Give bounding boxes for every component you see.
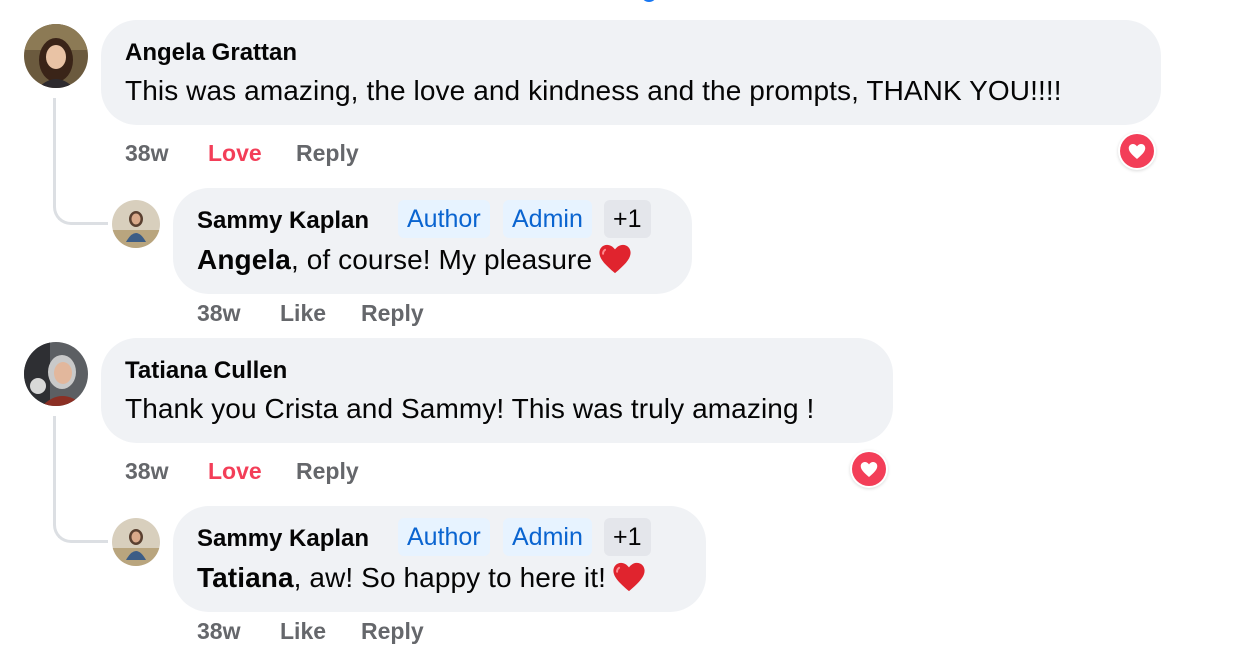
reply-text-body: , aw! So happy to here it! xyxy=(293,562,606,593)
mention-link[interactable]: Tatiana xyxy=(197,562,294,593)
avatar[interactable] xyxy=(112,518,160,566)
reply-text: Tatiana, aw! So happy to here it! xyxy=(197,561,646,594)
reply-timestamp[interactable]: 38w xyxy=(197,618,240,645)
comment-text: This was amazing, the love and kindness … xyxy=(125,75,1062,106)
like-button[interactable]: Like xyxy=(280,300,326,327)
reply-bubble: Sammy Kaplan Author Admin +1 Tatiana, aw… xyxy=(173,506,706,612)
red-heart-icon xyxy=(598,243,632,275)
reply-timestamp[interactable]: 38w xyxy=(197,300,240,327)
love-reaction-icon xyxy=(860,462,878,477)
mention-link[interactable]: Angela xyxy=(197,244,291,275)
thread-line xyxy=(53,98,108,225)
reply-button[interactable]: Reply xyxy=(296,140,359,167)
reaction-count[interactable] xyxy=(850,450,888,488)
love-button[interactable]: Love xyxy=(208,140,262,167)
more-badges-button[interactable]: +1 xyxy=(604,200,651,238)
comment-author-name[interactable]: Angela Grattan xyxy=(125,39,297,67)
reply-button[interactable]: Reply xyxy=(296,458,359,485)
red-heart-icon xyxy=(612,561,646,593)
reply-button[interactable]: Reply xyxy=(361,618,424,645)
love-button[interactable]: Love xyxy=(208,458,262,485)
admin-badge[interactable]: Admin xyxy=(503,200,592,238)
admin-badge[interactable]: Admin xyxy=(503,518,592,556)
reply-text: Angela, of course! My pleasure xyxy=(197,243,632,276)
author-badge[interactable]: Author xyxy=(398,518,490,556)
thread-line xyxy=(53,416,108,543)
reply-text-body: , of course! My pleasure xyxy=(290,244,593,275)
comment-bubble: Tatiana Cullen Thank you Crista and Samm… xyxy=(101,338,893,443)
avatar[interactable] xyxy=(24,342,88,406)
more-badges-button[interactable]: +1 xyxy=(604,518,651,556)
reply-button[interactable]: Reply xyxy=(361,300,424,327)
love-reaction-icon xyxy=(1128,144,1146,159)
author-badge[interactable]: Author xyxy=(398,200,490,238)
comment-bubble: Angela Grattan This was amazing, the lov… xyxy=(101,20,1161,125)
avatar[interactable] xyxy=(24,24,88,88)
reply-author-name[interactable]: Sammy Kaplan xyxy=(197,207,369,235)
reply-author-name[interactable]: Sammy Kaplan xyxy=(197,525,369,553)
scroll-indicator xyxy=(641,0,657,2)
reply-bubble: Sammy Kaplan Author Admin +1 Angela, of … xyxy=(173,188,692,294)
comment-author-name[interactable]: Tatiana Cullen xyxy=(125,357,287,385)
comment-timestamp[interactable]: 38w xyxy=(125,458,168,485)
avatar[interactable] xyxy=(112,200,160,248)
like-button[interactable]: Like xyxy=(280,618,326,645)
comment-timestamp[interactable]: 38w xyxy=(125,140,168,167)
comment-text: Thank you Crista and Sammy! This was tru… xyxy=(125,393,815,424)
reaction-count[interactable] xyxy=(1118,132,1156,170)
